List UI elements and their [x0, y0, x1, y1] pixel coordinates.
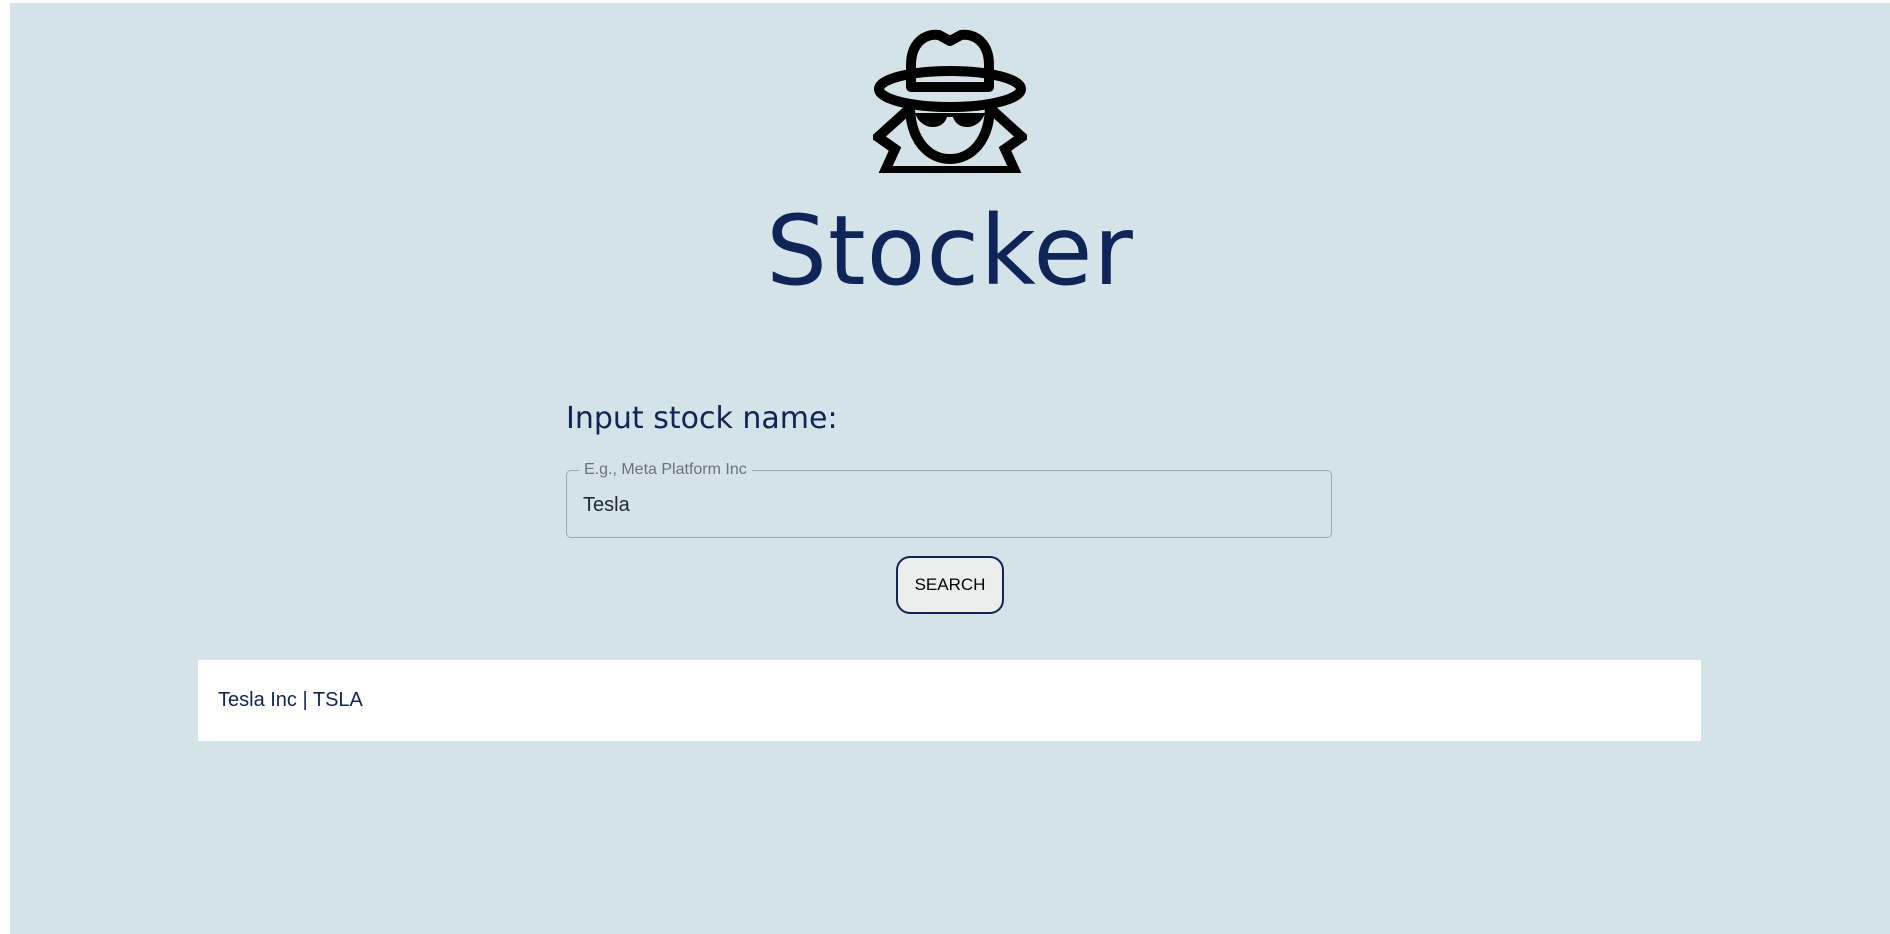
- stock-name-label: Input stock name:: [566, 401, 838, 436]
- stock-name-field-legend: E.g., Meta Platform Inc: [579, 461, 752, 479]
- detective-spy-icon: [870, 25, 1030, 176]
- app-title: Stocker: [766, 195, 1134, 307]
- stock-name-input[interactable]: [583, 489, 1303, 521]
- result-item[interactable]: Tesla Inc | TSLA: [218, 689, 363, 712]
- app-container: Stocker Input stock name: E.g., Meta Pla…: [10, 3, 1890, 934]
- search-results: Tesla Inc | TSLA: [198, 660, 1701, 741]
- stock-name-field[interactable]: E.g., Meta Platform Inc: [566, 461, 1332, 538]
- search-button[interactable]: SEARCH: [896, 556, 1004, 614]
